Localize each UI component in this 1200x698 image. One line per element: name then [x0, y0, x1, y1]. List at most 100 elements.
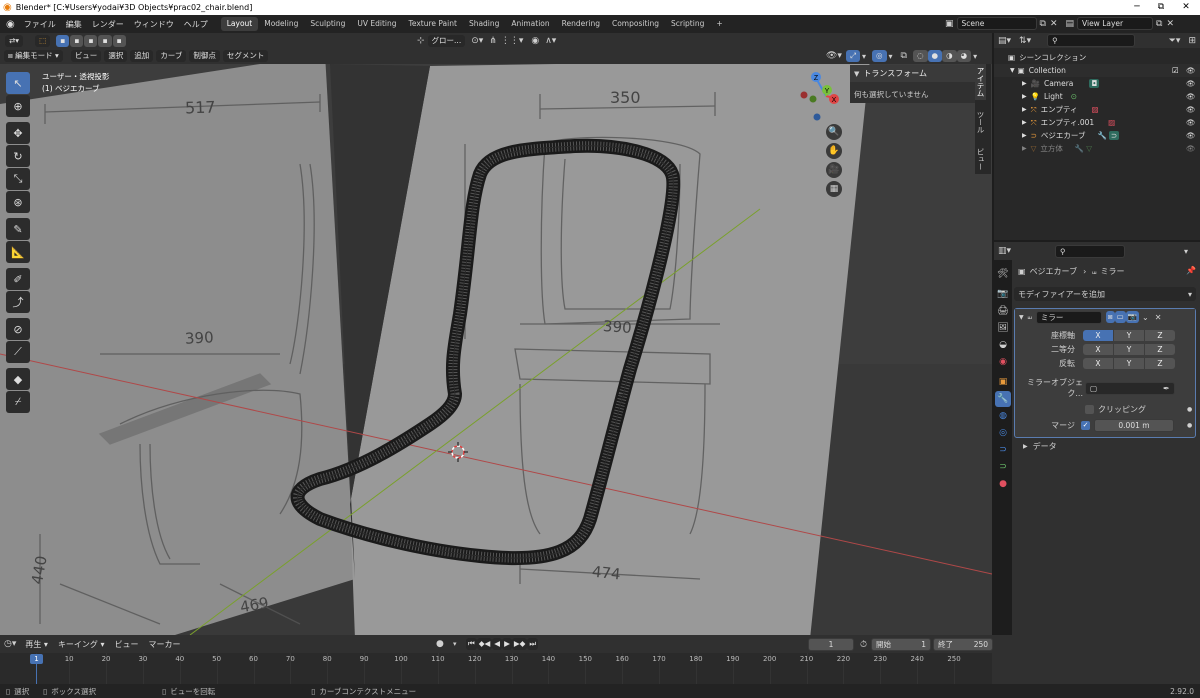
expand-arrow-icon[interactable]: ▶ — [1022, 80, 1027, 87]
view-layer-icon[interactable]: ▤ — [1066, 19, 1075, 29]
visibility-icon[interactable]: 👁▾ — [826, 51, 842, 61]
close-button[interactable]: ✕ — [1174, 0, 1198, 15]
3d-viewport[interactable]: 517 390 440 469 350 390 474 ユーザー・透視投影 (1… — [0, 64, 992, 635]
data-tab-icon[interactable]: ⊃ — [995, 459, 1011, 475]
axis-x-toggle[interactable]: X — [1083, 330, 1113, 341]
visibility-eye-icon[interactable]: 👁 — [1186, 118, 1196, 127]
visibility-eye-icon[interactable]: 👁 — [1186, 131, 1196, 140]
modifier-name-input[interactable]: ミラー — [1035, 310, 1102, 324]
menu-help[interactable]: ヘルプ — [179, 19, 213, 30]
output-tab-icon[interactable]: 🖨 — [995, 303, 1011, 319]
transform-section-title[interactable]: トランスフォーム — [863, 68, 927, 79]
cursor-tool-icon[interactable]: ⊕ — [6, 95, 30, 117]
filter-icon[interactable]: ⏷▾ — [1169, 36, 1181, 46]
tab-animation[interactable]: Animation — [505, 17, 555, 31]
minimize-button[interactable]: ─ — [1125, 0, 1149, 15]
tab-texture-paint[interactable]: Texture Paint — [403, 17, 463, 31]
blender-menu-icon[interactable]: ◉ — [6, 19, 15, 30]
keying-menu[interactable]: キーイング ▾ — [53, 639, 110, 650]
select-mode-subtract-icon[interactable]: ▪ — [84, 35, 98, 47]
scale-tool-icon[interactable]: ⤡ — [6, 168, 30, 190]
scene-icon[interactable]: ▣ — [945, 19, 954, 29]
stopwatch-icon[interactable]: ⏱ — [860, 640, 867, 650]
xray-toggle-icon[interactable]: ⧉ — [901, 51, 907, 61]
view-menu[interactable]: ビュー — [110, 639, 144, 650]
axis-z-toggle[interactable]: Z — [1145, 330, 1175, 341]
eyedropper-icon[interactable]: ✒ — [1163, 384, 1170, 393]
select-mode-invert-icon[interactable]: ▪ — [98, 35, 112, 47]
particles-tab-icon[interactable]: ◍ — [995, 408, 1011, 424]
render-tab-icon[interactable]: 📷 — [995, 286, 1011, 302]
scene-name-field[interactable]: Scene — [956, 17, 1037, 30]
menu-window[interactable]: ウィンドウ — [129, 19, 179, 30]
tab-view[interactable]: ビュー — [975, 145, 986, 174]
jump-start-icon[interactable]: ⏮ — [466, 638, 477, 650]
select-tool-icon[interactable]: ↖ — [6, 72, 30, 94]
delete-scene-icon[interactable]: ✕ — [1050, 19, 1058, 29]
select-mode-new-icon[interactable]: ▪ — [56, 35, 70, 47]
display-mode-icon[interactable]: ⇅▾ — [1019, 36, 1031, 46]
object-tab-icon[interactable]: ▣ — [995, 374, 1011, 390]
visibility-eye-icon[interactable]: 👁 — [1186, 105, 1196, 114]
marker-menu[interactable]: マーカー — [144, 639, 186, 650]
transform-orientation-dropdown[interactable]: グロー... — [427, 35, 466, 47]
tool-tab-icon[interactable]: 🛠 — [995, 266, 1011, 282]
bisect-z-toggle[interactable]: Z — [1145, 344, 1175, 355]
visibility-eye-icon[interactable]: 👁 — [1186, 144, 1196, 153]
outliner-search-input[interactable]: ⚲ — [1047, 34, 1135, 47]
outliner-row-camera[interactable]: ▶ 🎥 Camera ◘ 👁 — [994, 77, 1200, 90]
new-view-layer-icon[interactable]: ⧉ — [1156, 19, 1162, 29]
outliner-row-light[interactable]: ▶ 💡 Light ⊙ 👁 — [994, 90, 1200, 103]
draw-tool-icon[interactable]: ✐ — [6, 268, 30, 290]
merge-checkbox[interactable]: ✓ — [1081, 421, 1090, 430]
tweak-select-icon[interactable]: ⬚ — [35, 35, 51, 47]
flip-z-toggle[interactable]: Z — [1145, 358, 1175, 369]
modifier-tab-icon[interactable]: 🔧 — [995, 391, 1011, 407]
timeline-ruler[interactable]: 10 20 30 40 50 60 70 80 90 100 110 120 130 140 150 160 1… — [0, 653, 992, 684]
zoom-view-icon[interactable]: 🔍 — [826, 124, 842, 140]
navigation-gizmo[interactable]: X Z Y — [796, 70, 846, 126]
flip-x-toggle[interactable]: X — [1083, 358, 1113, 369]
shear-tool-icon[interactable]: ⌿ — [6, 391, 30, 413]
exclude-checkbox-icon[interactable]: ☑ — [1172, 66, 1179, 75]
shading-material-icon[interactable]: ◑ — [942, 50, 957, 62]
snap-target-icon[interactable]: ⋮⋮▾ — [501, 36, 524, 46]
tab-layout[interactable]: Layout — [220, 17, 259, 31]
flip-y-toggle[interactable]: Y — [1114, 358, 1144, 369]
mode-dropdown[interactable]: ⧈ 編集モード ▾ — [4, 50, 63, 62]
expand-arrow-icon[interactable]: ▶ — [1022, 93, 1027, 100]
play-icon[interactable]: ▶ — [502, 638, 512, 650]
pivot-point-icon[interactable]: ⊙▾ — [471, 36, 483, 46]
measure-tool-icon[interactable]: 📐 — [6, 241, 30, 263]
proportional-falloff-icon[interactable]: ∧▾ — [545, 36, 556, 46]
clipping-checkbox[interactable] — [1085, 405, 1094, 414]
timeline-editor-icon[interactable]: ◷▾ — [4, 639, 16, 649]
shading-rendered-icon[interactable]: ◕ — [956, 50, 972, 62]
constraints-tab-icon[interactable]: ⊃ — [995, 442, 1011, 458]
material-tab-icon[interactable]: ● — [995, 476, 1011, 492]
menu-edit[interactable]: 編集 — [61, 19, 87, 30]
record-options-icon[interactable]: ▾ — [453, 640, 457, 648]
viewport-scene[interactable] — [0, 64, 992, 635]
outliner-row-cube[interactable]: ▶ ▽ 立方体 🔧 ▽ 👁 — [994, 142, 1200, 155]
jump-keyframe-back-icon[interactable]: ◆◀ — [476, 638, 493, 650]
add-modifier-dropdown[interactable]: モディファイアーを追加 ▾ — [1014, 287, 1196, 301]
tab-uv-editing[interactable]: UV Editing — [351, 17, 402, 31]
tab-shading[interactable]: Shading — [463, 17, 505, 31]
radius-tool-icon[interactable]: ⊘ — [6, 318, 30, 340]
tab-modeling[interactable]: Modeling — [258, 17, 304, 31]
playback-menu[interactable]: 再生 ▾ — [20, 639, 53, 650]
shading-wireframe-icon[interactable]: ◌ — [912, 50, 928, 62]
expand-arrow-icon[interactable]: ▶ — [1022, 106, 1027, 113]
camera-view-icon[interactable]: 🎥 — [826, 162, 842, 178]
menu-view[interactable]: ビュー — [70, 50, 102, 62]
edit-mode-toggle-icon[interactable]: ⧈ — [1105, 311, 1115, 323]
play-reverse-icon[interactable]: ◀ — [492, 638, 503, 650]
record-icon[interactable]: ● — [436, 639, 444, 649]
view-layer-field[interactable]: View Layer — [1077, 17, 1154, 30]
mirror-object-field[interactable]: ▢ — [1085, 381, 1175, 395]
keyframe-dot-icon[interactable]: ● — [1187, 422, 1192, 429]
outliner-row-empty[interactable]: ▶ ⤧ エンプティ ▨ 👁 — [994, 103, 1200, 116]
snap-icon[interactable]: ⋔ — [489, 36, 497, 46]
tab-item[interactable]: アイテム — [975, 64, 986, 100]
